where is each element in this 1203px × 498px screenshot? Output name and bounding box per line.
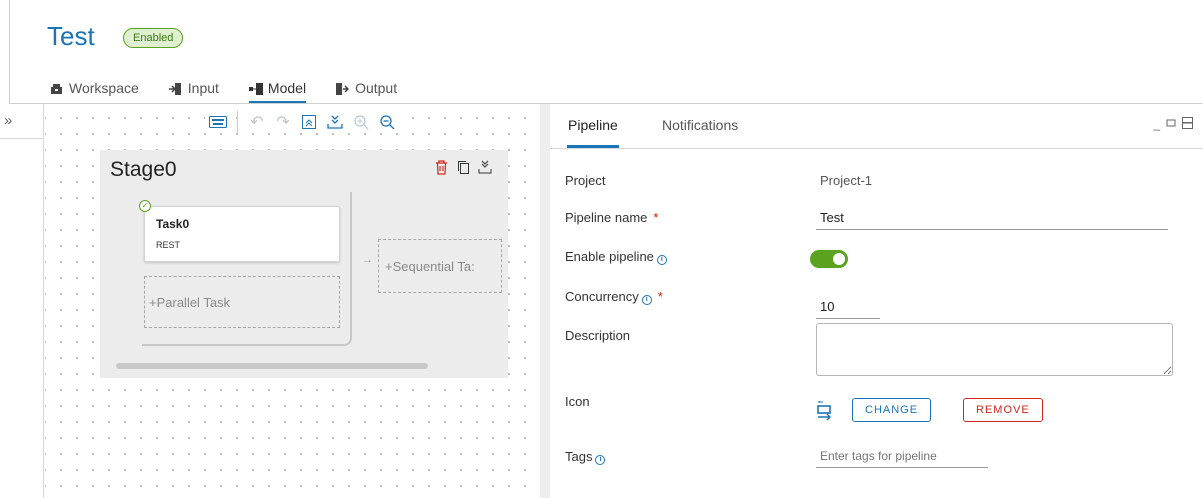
task-type: REST: [156, 240, 181, 250]
tab-label: Output: [355, 80, 398, 96]
concurrency-label: Concurrency i *: [565, 289, 663, 305]
workspace-icon: [50, 82, 63, 94]
tab-notifications[interactable]: Notifications: [662, 117, 738, 133]
panel-tabs-divider: [550, 148, 1203, 149]
zoom-out-icon[interactable]: [374, 111, 400, 133]
project-label: Project: [565, 173, 606, 188]
redo-icon[interactable]: ↷: [270, 111, 296, 133]
tags-label: Tags i: [565, 449, 606, 465]
remove-icon-button[interactable]: REMOVE: [963, 398, 1043, 422]
page-title: Test: [47, 21, 95, 51]
icon-label: Icon: [565, 394, 590, 409]
connector-arrow-icon: →: [362, 254, 373, 266]
concurrency-label-text: Concurrency: [565, 289, 639, 304]
toolbar-divider: [237, 111, 238, 133]
collapse-all-icon[interactable]: [296, 111, 322, 133]
task-card[interactable]: ✓ Task0 REST: [139, 200, 340, 262]
project-value: Project-1: [820, 173, 873, 188]
concurrency-field[interactable]: [816, 295, 880, 319]
minimize-icon[interactable]: _: [1153, 117, 1160, 132]
info-icon[interactable]: i: [595, 455, 606, 465]
pipeline-name-field[interactable]: [816, 206, 1168, 230]
tab-input[interactable]: Input: [168, 74, 219, 102]
description-field[interactable]: [816, 323, 1173, 376]
tab-label: Workspace: [69, 80, 139, 96]
change-icon-button[interactable]: CHANGE: [852, 398, 932, 422]
stage-card[interactable]: Stage0 ✓ Task0 REST +Parallel Task → +Se…: [100, 150, 508, 378]
required-marker: *: [657, 289, 663, 304]
panel-splitter[interactable]: [540, 104, 550, 498]
canvas-toolbar: ↶ ↷: [205, 110, 400, 134]
add-parallel-task-button[interactable]: +Parallel Task: [144, 276, 340, 328]
info-icon[interactable]: i: [641, 295, 652, 305]
enable-pipeline-toggle[interactable]: [810, 250, 848, 268]
side-panel: »: [0, 104, 44, 498]
stage-scrollbar[interactable]: [116, 363, 428, 369]
task-name: Task0: [156, 217, 190, 231]
tab-pipeline[interactable]: Pipeline: [567, 117, 619, 148]
tags-label-text: Tags: [565, 449, 593, 464]
input-icon: [168, 82, 182, 95]
info-icon[interactable]: i: [656, 255, 667, 265]
copy-icon[interactable]: [452, 160, 474, 179]
stage-title: Stage0: [110, 158, 177, 181]
task-valid-icon: ✓: [139, 200, 151, 212]
pipeline-icon: [816, 400, 834, 421]
tab-label: Input: [187, 80, 219, 96]
expand-sidebar-icon[interactable]: »: [4, 112, 12, 129]
zoom-in-icon[interactable]: [348, 111, 374, 133]
tags-field[interactable]: [816, 444, 988, 468]
properties-panel: Pipeline Notifications _ Project Project…: [550, 104, 1203, 498]
expand-all-icon[interactable]: [322, 111, 348, 133]
model-icon: [248, 82, 263, 95]
main-tabs: Workspace Input Model Output: [50, 74, 427, 104]
side-divider: [0, 138, 44, 139]
tab-workspace[interactable]: Workspace: [50, 74, 139, 102]
maximize-icon[interactable]: [1182, 117, 1193, 132]
pipeline-name-label-text: Pipeline name: [565, 210, 648, 225]
pipeline-canvas[interactable]: ↶ ↷ Stage0 ✓ Task0 REST +Parallel Task →…: [45, 104, 540, 498]
tab-label: Model: [267, 80, 307, 96]
required-marker: *: [653, 210, 659, 225]
restore-icon[interactable]: [1166, 117, 1176, 132]
stage-actions: [430, 160, 496, 179]
enable-pipeline-label: Enable pipeline i: [565, 249, 667, 265]
pipeline-header: Test Enabled Workspace Input Model Outpu…: [10, 0, 1203, 104]
enable-pipeline-label-text: Enable pipeline: [565, 249, 654, 264]
undo-icon[interactable]: ↶: [244, 111, 270, 133]
tab-model[interactable]: Model: [248, 74, 307, 104]
description-label: Description: [565, 328, 631, 343]
delete-icon[interactable]: [430, 160, 452, 179]
keyboard-icon[interactable]: [205, 111, 231, 133]
output-icon: [336, 82, 350, 95]
panel-window-controls: _: [1147, 117, 1193, 132]
pipeline-name-label: Pipeline name *: [565, 210, 658, 225]
download-icon[interactable]: [474, 160, 496, 179]
tab-output[interactable]: Output: [336, 74, 397, 102]
status-badge: Enabled: [123, 28, 184, 48]
add-sequential-task-button[interactable]: +Sequential Ta:: [378, 239, 502, 293]
